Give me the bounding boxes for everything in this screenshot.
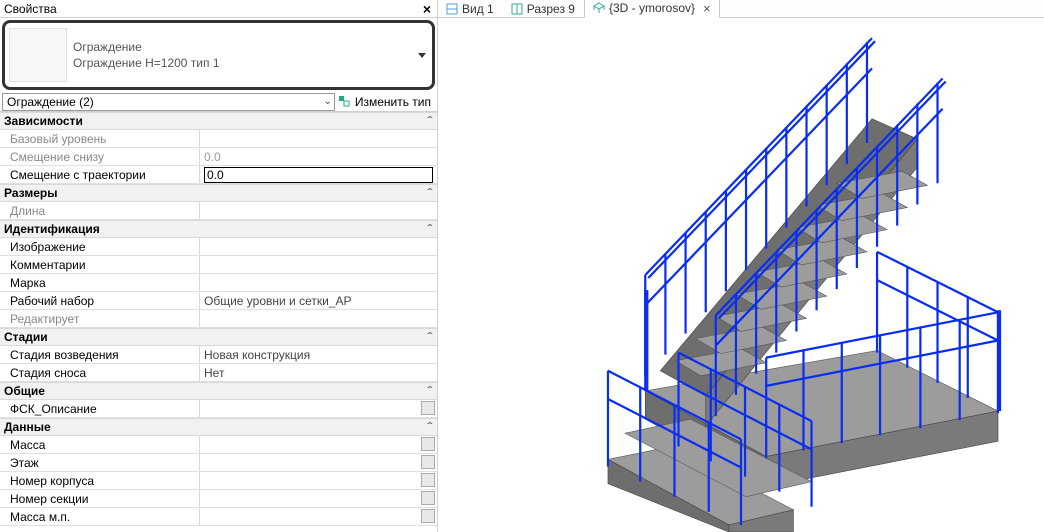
type-preview-thumbnail: [9, 28, 67, 82]
type-selector-text: Ограждение Ограждение H=1200 тип 1: [73, 39, 412, 71]
row-edits: Редактирует: [0, 310, 437, 328]
section-header-common[interactable]: Общиеˆ: [0, 382, 437, 400]
panel-title: Свойства: [4, 2, 57, 16]
row-floor: Этаж: [0, 454, 437, 472]
section-header-identity[interactable]: Идентификацияˆ: [0, 220, 437, 238]
row-workset: Рабочий наборОбщие уровни и сетки_АР: [0, 292, 437, 310]
field-button[interactable]: [421, 401, 435, 415]
plan-view-icon: [446, 3, 458, 15]
field-button[interactable]: [421, 437, 435, 451]
collapse-up-icon: ˆ: [427, 332, 432, 343]
row-mark: Марка: [0, 274, 437, 292]
section-header-stages[interactable]: Стадииˆ: [0, 328, 437, 346]
collapse-up-icon: ˆ: [427, 188, 432, 199]
properties-grid: Зависимостиˆ Базовый уровень Смещение сн…: [0, 112, 437, 532]
view-tabs: Вид 1 Разрез 9 {3D - ymorosov} ×: [438, 0, 1044, 18]
section-header-data[interactable]: Данныеˆ: [0, 418, 437, 436]
viewport-3d[interactable]: .concrete-top{fill:#9c9c9c;stroke:#555;s…: [438, 18, 1044, 532]
row-base-level: Базовый уровень: [0, 130, 437, 148]
row-stage-created: Стадия возведенияНовая конструкция: [0, 346, 437, 364]
filter-value: Ограждение (2): [7, 95, 94, 109]
filter-select[interactable]: Ограждение (2) ⌄: [2, 93, 335, 111]
edit-type-button[interactable]: Изменить тип: [355, 95, 435, 109]
cube-3d-icon: [593, 2, 605, 14]
row-trajectory-offset: Смещение с траектории: [0, 166, 437, 184]
row-fsk: ФСК_Описание: [0, 400, 437, 418]
close-icon[interactable]: ×: [419, 1, 435, 17]
collapse-up-icon: ˆ: [427, 224, 432, 235]
trajectory-offset-input[interactable]: [204, 167, 433, 183]
properties-panel: Свойства × Ограждение Ограждение H=1200 …: [0, 0, 438, 532]
row-mass-mn: Масса м.п.: [0, 508, 437, 526]
tab-view1[interactable]: Вид 1: [438, 0, 503, 17]
section-header-dependencies[interactable]: Зависимостиˆ: [0, 112, 437, 130]
tab-3d-active[interactable]: {3D - ymorosov} ×: [584, 0, 720, 18]
row-image: Изображение: [0, 238, 437, 256]
field-button[interactable]: [421, 455, 435, 469]
collapse-up-icon: ˆ: [427, 116, 432, 127]
edit-type-icon[interactable]: [337, 94, 353, 110]
type-family: Ограждение: [73, 39, 412, 55]
row-stage-demolished: Стадия сносаНет: [0, 364, 437, 382]
row-bottom-offset: Смещение снизу 0.0: [0, 148, 437, 166]
chevron-down-icon[interactable]: [418, 53, 426, 58]
field-button[interactable]: [421, 491, 435, 505]
row-length: Длина: [0, 202, 437, 220]
type-selector[interactable]: Ограждение Ограждение H=1200 тип 1: [2, 20, 435, 90]
right-panel: Вид 1 Разрез 9 {3D - ymorosov} × .concre…: [438, 0, 1044, 532]
section-header-sizes[interactable]: Размерыˆ: [0, 184, 437, 202]
field-button[interactable]: [421, 473, 435, 487]
field-button[interactable]: [421, 509, 435, 523]
stair-render: .concrete-top{fill:#9c9c9c;stroke:#555;s…: [438, 18, 1044, 532]
collapse-up-icon: ˆ: [427, 386, 432, 397]
row-block: Номер корпуса: [0, 472, 437, 490]
type-name: Ограждение H=1200 тип 1: [73, 55, 412, 71]
row-section: Номер секции: [0, 490, 437, 508]
row-mass: Масса: [0, 436, 437, 454]
filter-row: Ограждение (2) ⌄ Изменить тип: [0, 92, 437, 112]
close-tab-icon[interactable]: ×: [703, 1, 711, 16]
collapse-up-icon: ˆ: [427, 422, 432, 433]
tab-section9[interactable]: Разрез 9: [503, 0, 584, 17]
properties-panel-header: Свойства ×: [0, 0, 437, 18]
section-view-icon: [511, 3, 523, 15]
chevron-down-icon: ⌄: [323, 96, 331, 107]
row-comments: Комментарии: [0, 256, 437, 274]
